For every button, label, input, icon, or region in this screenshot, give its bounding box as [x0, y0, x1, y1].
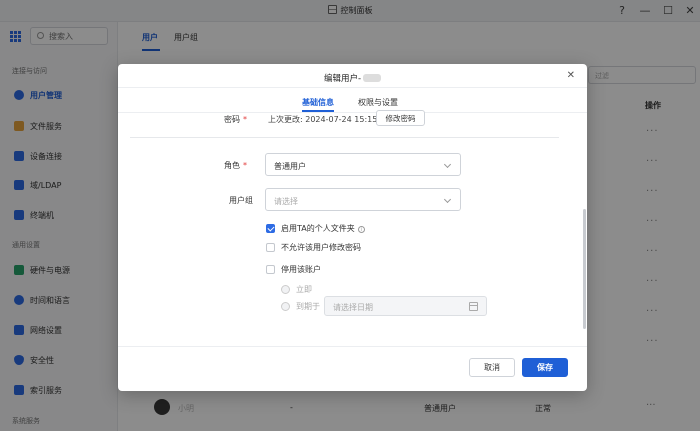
disable-account-label: 停用该账户: [281, 265, 321, 274]
dialog-scrollbar[interactable]: [583, 209, 586, 329]
info-icon[interactable]: i: [357, 226, 365, 233]
role-label: 角色 *: [207, 160, 247, 171]
dialog-title-text: 编辑用户-: [323, 74, 362, 84]
until-label: 到期于: [296, 302, 320, 311]
user-group-placeholder: 请选择: [274, 197, 298, 206]
until-radio[interactable]: [281, 302, 290, 311]
role-label-text: 角色: [224, 161, 240, 170]
password-last-changed: 上次更改: 2024-07-24 15:15: [268, 115, 378, 124]
user-group-select[interactable]: 请选择: [265, 188, 461, 211]
required-mark: *: [243, 161, 247, 170]
change-password-button[interactable]: 修改密码: [376, 110, 425, 126]
disallow-password-change-checkbox[interactable]: [266, 243, 275, 252]
personal-folder-label: 启用TA的个人文件夹: [281, 224, 355, 233]
chevron-down-icon: [443, 160, 452, 169]
date-placeholder: 请选择日期: [333, 303, 373, 312]
dialog-title: 编辑用户-: [118, 72, 587, 84]
edit-user-dialog: 编辑用户- ✕ 基础信息 权限与设置 密码 * 上次更改: 2024-07-24 …: [118, 64, 587, 391]
immediately-radio[interactable]: [281, 285, 290, 294]
password-label: 密码 *: [207, 114, 247, 125]
password-label-text: 密码: [224, 115, 240, 124]
disable-account-checkbox[interactable]: [266, 265, 275, 274]
close-icon[interactable]: ✕: [567, 70, 575, 81]
dialog-divider: [118, 87, 587, 88]
save-button[interactable]: 保存: [522, 358, 568, 377]
chevron-down-icon: [443, 195, 452, 204]
calendar-icon[interactable]: [469, 302, 478, 311]
role-select-value: 普通用户: [274, 162, 306, 171]
cancel-button[interactable]: 取消: [469, 358, 515, 377]
expiry-date-picker[interactable]: 请选择日期: [324, 296, 487, 316]
tab-divider: [118, 112, 587, 113]
tab-permissions[interactable]: 权限与设置: [358, 97, 398, 108]
user-group-label: 用户组: [229, 196, 253, 205]
required-mark: *: [243, 115, 247, 124]
section-divider: [130, 137, 559, 138]
personal-folder-checkbox[interactable]: [266, 224, 275, 233]
footer-divider: [118, 346, 587, 347]
redacted-username: [363, 74, 382, 82]
role-select[interactable]: 普通用户: [265, 153, 461, 176]
disallow-password-change-label: 不允许该用户修改密码: [281, 243, 361, 252]
tab-basic-info[interactable]: 基础信息: [302, 97, 334, 108]
immediately-label: 立即: [296, 285, 312, 294]
